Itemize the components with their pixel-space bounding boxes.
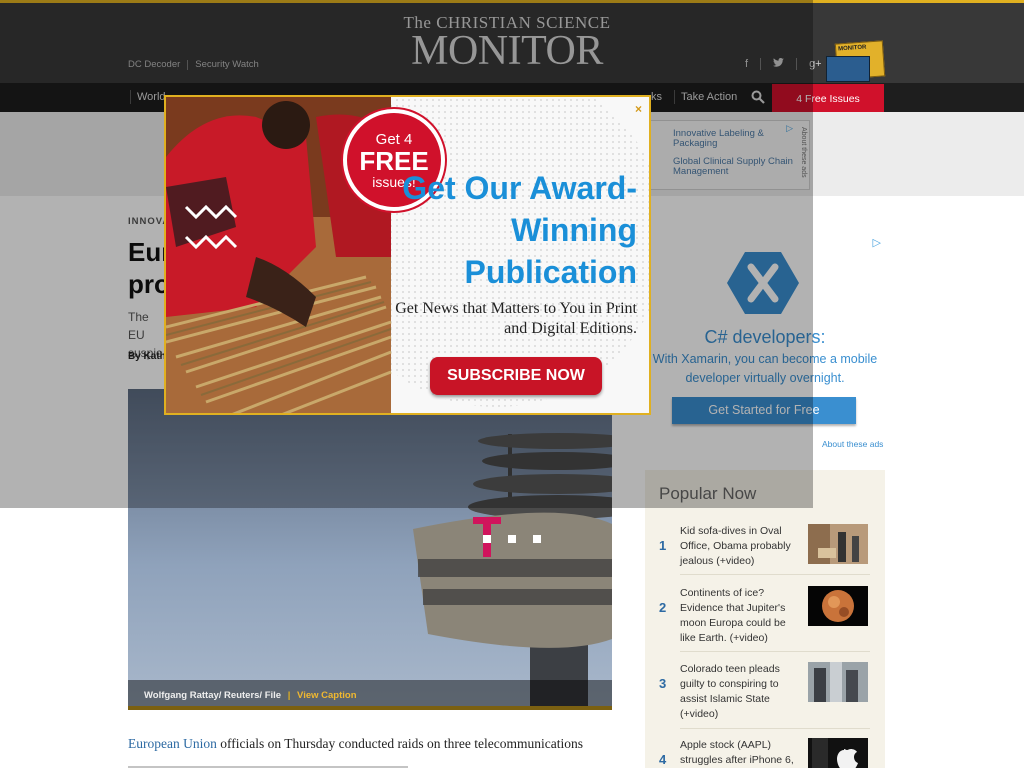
popup-headline: Get Our Award-Winning Publication [402, 170, 637, 290]
popular-rank: 3 [659, 676, 667, 691]
popular-thumbnail[interactable] [808, 524, 868, 564]
popular-thumbnail[interactable] [808, 662, 868, 702]
article-paragraph: European Union officials on Thursday con… [128, 736, 583, 752]
photo-credit: Wolfgang Rattay/ Reuters/ File [144, 690, 282, 701]
caption-separator: | [287, 690, 291, 701]
popular-thumbnail[interactable] [808, 586, 868, 626]
subscription-popup[interactable]: × Get 4 FREE issues! Get Our Award-Winni… [164, 95, 651, 415]
popup-subtext: Get News that Matters to You in Print an… [395, 300, 637, 337]
popular-rank: 4 [659, 752, 667, 767]
european-union-link[interactable]: European Union [128, 736, 217, 751]
popular-headline[interactable]: Apple stock (AAPL) struggles after iPhon… [680, 738, 800, 768]
popular-headline[interactable]: Continents of ice? Evidence that Jupiter… [680, 586, 800, 646]
divider [680, 728, 870, 729]
article-paragraph-continued [128, 760, 428, 768]
close-icon[interactable]: × [635, 102, 642, 116]
popular-headline[interactable]: Colorado teen pleads guilty to conspirin… [680, 662, 800, 722]
popular-headline[interactable]: Kid sofa-dives in Oval Office, Obama pro… [680, 524, 800, 569]
adchoices-icon[interactable]: ▷ [873, 236, 881, 249]
divider [680, 574, 870, 575]
subscribe-now-button[interactable]: SUBSCRIBE NOW [430, 357, 602, 395]
about-ads-link[interactable]: About these ads [822, 439, 883, 449]
popular-now-panel: Popular Now 1 Kid sofa-dives in Oval Off… [645, 470, 885, 768]
magazine-covers-image[interactable]: MONITOR [826, 40, 886, 84]
view-caption-link[interactable]: View Caption [297, 690, 356, 701]
popular-thumbnail[interactable] [808, 738, 868, 768]
magazine-logo-text: MONITOR [838, 44, 867, 53]
photo-caption-bar: Wolfgang Rattay/ Reuters/ File | View Ca… [128, 680, 612, 710]
popular-rank: 2 [659, 600, 667, 615]
popular-rank: 1 [659, 538, 667, 553]
paragraph-text: officials on Thursday conducted raids on… [216, 736, 584, 751]
magazine-cover [826, 56, 870, 82]
divider [680, 651, 870, 652]
